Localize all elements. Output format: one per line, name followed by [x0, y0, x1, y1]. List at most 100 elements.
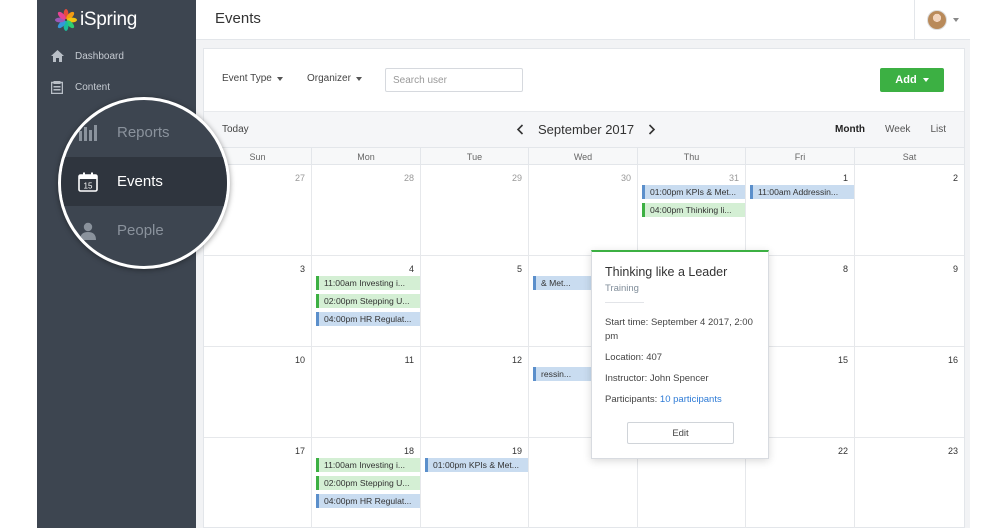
- sidebar-item-label: Reports: [117, 124, 170, 141]
- participants-label: Participants:: [605, 394, 658, 405]
- chevron-down-icon: [952, 18, 959, 22]
- calendar-day-cell[interactable]: 19: [421, 438, 529, 528]
- chevron-left-icon: [516, 123, 524, 135]
- person-icon: [77, 220, 99, 242]
- day-number: 4: [408, 264, 414, 274]
- view-week-tab[interactable]: Week: [885, 124, 910, 135]
- day-number: 28: [403, 173, 414, 183]
- calendar-day-cell[interactable]: 12: [421, 347, 529, 438]
- instructor-label: Instructor:: [605, 373, 648, 384]
- popup-start-time: Start time: September 4 2017, 2:00 pm: [605, 316, 755, 344]
- calendar-day-cell[interactable]: 29: [421, 165, 529, 256]
- chevron-down-icon: [276, 76, 283, 81]
- calendar-event[interactable]: 11:00am Addressin...: [750, 185, 854, 199]
- events-panel: Event Type Organizer Add Today September…: [203, 48, 965, 528]
- weekday-header: Fri: [746, 147, 855, 165]
- day-number: 3: [299, 264, 305, 274]
- calendar-event[interactable]: 11:00am Investing i...: [316, 458, 420, 472]
- view-list-tab[interactable]: List: [930, 124, 946, 135]
- search-user-input[interactable]: [385, 68, 523, 92]
- sidebar-item-people[interactable]: People: [61, 206, 227, 255]
- day-number: 30: [620, 173, 631, 183]
- popup-category: Training: [605, 283, 639, 294]
- prev-month-button[interactable]: [512, 120, 528, 138]
- calendar-event[interactable]: 01:00pm KPIs & Met...: [642, 185, 745, 199]
- edit-button[interactable]: Edit: [627, 422, 734, 444]
- event-type-filter[interactable]: Event Type: [222, 73, 283, 84]
- day-number: 12: [511, 355, 522, 365]
- day-number: 9: [952, 264, 958, 274]
- day-number: 16: [947, 355, 958, 365]
- day-number: 15: [837, 355, 848, 365]
- user-menu[interactable]: [914, 0, 970, 40]
- day-number: 31: [728, 173, 739, 183]
- calendar-event[interactable]: 11:00am Investing i...: [316, 276, 420, 290]
- sidebar-item-label: Events: [117, 173, 163, 190]
- start-time-label: Start time:: [605, 317, 649, 328]
- day-number: 22: [837, 446, 848, 456]
- top-bar: Events: [196, 0, 970, 40]
- weekday-header: Sat: [855, 147, 964, 165]
- add-button[interactable]: Add: [880, 68, 944, 92]
- chevron-right-icon: [649, 123, 656, 135]
- calendar-day-cell[interactable]: 23: [855, 438, 964, 528]
- day-number: 2: [952, 173, 958, 183]
- sidebar-item-content[interactable]: Content: [37, 73, 196, 101]
- reports-icon: [77, 122, 99, 144]
- calendar-event[interactable]: 02:00pm Stepping U...: [316, 476, 420, 490]
- avatar: [926, 10, 947, 30]
- app-window: iSpring Dashboard Content Events Event T…: [37, 0, 970, 528]
- calendar-day-cell[interactable]: 11: [312, 347, 421, 438]
- view-switcher: Month Week List: [815, 124, 946, 135]
- organizer-label: Organizer: [307, 73, 351, 84]
- sidebar-item-label: Content: [75, 81, 111, 93]
- calendar-day-cell[interactable]: 30: [529, 165, 638, 256]
- calendar-day-cell[interactable]: 28: [312, 165, 421, 256]
- calendar-day-cell[interactable]: 16: [855, 347, 964, 438]
- popup-title: Thinking like a Leader: [605, 265, 728, 279]
- view-month-tab[interactable]: Month: [835, 124, 865, 135]
- calendar-day-cell[interactable]: 5: [421, 256, 529, 347]
- location-value: 407: [646, 352, 663, 363]
- sidebar-zoom-callout: Reports 15 Events People: [58, 97, 230, 269]
- day-number: 11: [404, 355, 414, 365]
- day-number: 17: [294, 446, 305, 456]
- calendar-event[interactable]: 02:00pm Stepping U...: [316, 294, 420, 308]
- calendar-day-cell[interactable]: 9: [855, 256, 964, 347]
- svg-text:15: 15: [84, 181, 93, 190]
- day-number: 5: [516, 264, 522, 274]
- calendar-day-cell[interactable]: 2: [855, 165, 964, 256]
- next-month-button[interactable]: [644, 120, 660, 138]
- event-popup: Thinking like a Leader Training Start ti…: [591, 250, 769, 459]
- sidebar-item-label: Dashboard: [75, 50, 124, 62]
- event-type-label: Event Type: [222, 73, 272, 84]
- calendar-day-cell[interactable]: 10: [204, 347, 312, 438]
- participants-link[interactable]: 10 participants: [660, 394, 722, 405]
- sidebar-item-dashboard[interactable]: Dashboard: [37, 42, 196, 70]
- calendar-event[interactable]: 04:00pm HR Regulat...: [316, 312, 420, 326]
- sidebar-item-events[interactable]: 15 Events: [61, 157, 227, 206]
- calendar-event[interactable]: 04:00pm Thinking li...: [642, 203, 745, 217]
- app-name: iSpring: [80, 9, 138, 30]
- calendar-day-cell[interactable]: 3: [204, 256, 312, 347]
- weekday-header: Tue: [421, 147, 529, 165]
- day-number: 8: [842, 264, 848, 274]
- calendar-grid: SunMonTueWedThuFriSat2728293031123456789…: [204, 147, 964, 528]
- content-icon: [49, 79, 65, 95]
- day-number: 18: [403, 446, 414, 456]
- month-title: September 2017: [538, 121, 635, 137]
- ispring-logo-icon: [55, 9, 77, 31]
- filter-bar: Event Type Organizer Add: [204, 49, 964, 111]
- calendar-event[interactable]: 04:00pm HR Regulat...: [316, 494, 420, 508]
- calendar-day-cell[interactable]: 17: [204, 438, 312, 528]
- organizer-filter[interactable]: Organizer: [307, 73, 362, 84]
- app-logo[interactable]: iSpring: [55, 8, 137, 32]
- calendar-day-cell[interactable]: 1: [746, 165, 855, 256]
- sidebar-item-reports[interactable]: Reports: [61, 108, 227, 157]
- day-number: 27: [294, 173, 305, 183]
- day-number: 29: [511, 173, 522, 183]
- weekday-header: Mon: [312, 147, 421, 165]
- calendar-event[interactable]: 01:00pm KPIs & Met...: [425, 458, 528, 472]
- weekday-header: Thu: [638, 147, 746, 165]
- weekday-header: Wed: [529, 147, 638, 165]
